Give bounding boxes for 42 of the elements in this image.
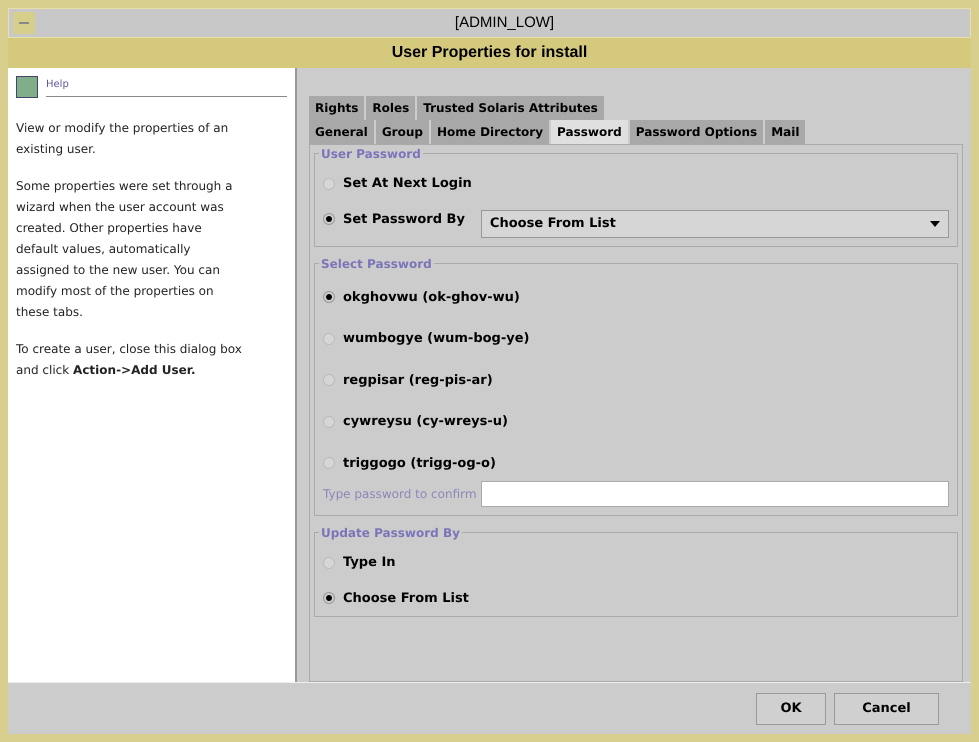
minus-icon — [19, 22, 29, 24]
radio-option[interactable]: triggogo (trigg-og-o) — [323, 454, 496, 473]
radio-button[interactable] — [323, 592, 335, 604]
dialog-title: User Properties for install — [392, 43, 588, 63]
help-paragraph: View or modify the properties of an existing user. — [16, 120, 230, 158]
radio-option[interactable]: regpisar (reg-pis-ar) — [323, 370, 493, 390]
help-title: Help — [46, 77, 287, 97]
radio-button[interactable] — [323, 291, 335, 304]
radio-button[interactable] — [323, 556, 335, 569]
radio-option[interactable]: Set Password By — [323, 210, 465, 229]
window-menu-button[interactable] — [13, 12, 35, 34]
radio-option[interactable]: Set At Next Login — [323, 174, 472, 194]
radio-button[interactable] — [323, 416, 335, 428]
tab[interactable]: Password Options — [630, 120, 764, 144]
help-paragraph: Some properties were set through a wizard when the user account was created. Other properties have default values, automatically assigned to the new user. You can modify most of the properties on these tabs. — [16, 178, 234, 321]
tab[interactable]: Roles — [366, 96, 416, 120]
help-icon — [16, 76, 38, 98]
help-paragraph: To create a user, close this dialog box and click Action->Add User. — [16, 341, 243, 379]
dropdown-arrow-icon — [930, 220, 940, 226]
radio-option[interactable]: Choose From List — [323, 588, 469, 608]
dialog-button[interactable]: OK — [756, 692, 826, 724]
tab[interactable]: Trusted Solaris Attributes — [417, 96, 604, 120]
radio-option[interactable]: okghovwu (ok-ghov-wu) — [323, 288, 520, 307]
radio-button[interactable] — [323, 457, 335, 470]
radio-option[interactable]: Type In — [323, 553, 396, 572]
tab[interactable]: Rights — [309, 96, 364, 120]
radio-button[interactable] — [323, 374, 335, 386]
radio-button[interactable] — [323, 332, 335, 345]
dialog-button[interactable]: Cancel — [834, 692, 939, 724]
tab[interactable]: General — [309, 120, 374, 144]
radio-option[interactable]: cywreysu (cy-wreys-u) — [323, 412, 508, 432]
confirm-label: Type password to confirm — [323, 486, 477, 503]
tab[interactable]: Password — [551, 120, 628, 144]
radio-button[interactable] — [323, 178, 335, 190]
tab[interactable]: Group — [376, 120, 429, 144]
tab[interactable]: Mail — [765, 120, 806, 144]
radio-button[interactable] — [323, 213, 335, 226]
confirm-password-field[interactable] — [480, 481, 949, 507]
radio-option[interactable]: wumbogye (wum-bog-ye) — [323, 329, 530, 348]
tab[interactable]: Home Directory — [430, 120, 550, 144]
password-method-dropdown[interactable]: Choose From List — [480, 210, 949, 238]
window-title: [ADMIN_LOW] — [454, 12, 556, 33]
